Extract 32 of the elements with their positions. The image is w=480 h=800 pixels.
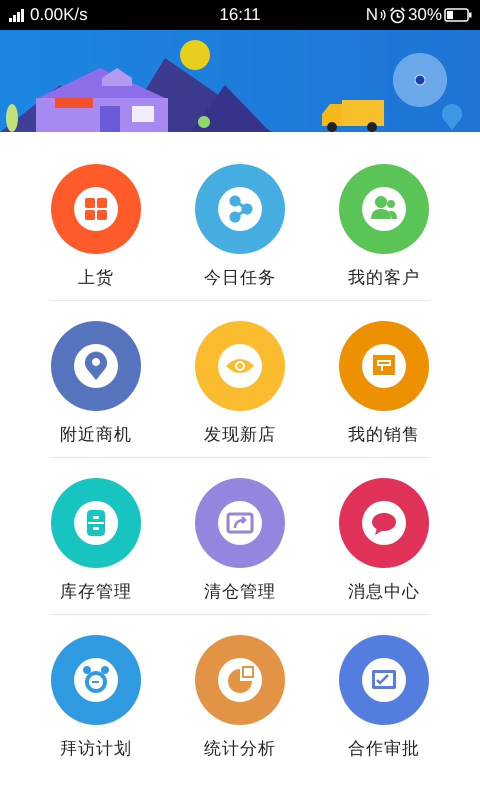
alarm-clock-icon [388, 6, 406, 24]
signal-icon [8, 8, 26, 22]
menu-tile[interactable]: 我的销售 [312, 321, 456, 445]
menu-tile[interactable]: 附近商机 [24, 321, 168, 445]
document-icon [339, 321, 429, 411]
people-icon [339, 164, 429, 254]
menu-tile[interactable]: 清仓管理 [168, 478, 312, 602]
waves-icon [380, 9, 387, 21]
menu-tile[interactable]: 拜访计划 [24, 635, 168, 759]
alarm-clock-icon [51, 635, 141, 725]
forward-screen-icon [195, 478, 285, 568]
location-pin-icon [51, 321, 141, 411]
menu-tile[interactable]: 库存管理 [24, 478, 168, 602]
battery-percent: 30% [408, 5, 442, 25]
menu-tile[interactable]: 今日任务 [168, 164, 312, 288]
battery-icon [444, 8, 472, 22]
menu-tile[interactable]: 上货 [24, 164, 168, 288]
drawers-icon [51, 478, 141, 568]
menu-tile[interactable]: 发现新店 [168, 321, 312, 445]
nfc-label: N [366, 5, 378, 25]
menu-tile[interactable]: 消息中心 [312, 478, 456, 602]
menu-tile[interactable]: 统计分析 [168, 635, 312, 759]
checked-screen-icon [339, 635, 429, 725]
network-speed: 0.00K/s [30, 5, 88, 25]
share-icon [195, 164, 285, 254]
pie-chart-icon [195, 635, 285, 725]
chat-icon [339, 478, 429, 568]
eye-icon [195, 321, 285, 411]
menu-tile[interactable]: 我的客户 [312, 164, 456, 288]
grid-icon [51, 164, 141, 254]
menu-tile[interactable]: 合作审批 [312, 635, 456, 759]
clock-time: 16:11 [219, 5, 261, 25]
